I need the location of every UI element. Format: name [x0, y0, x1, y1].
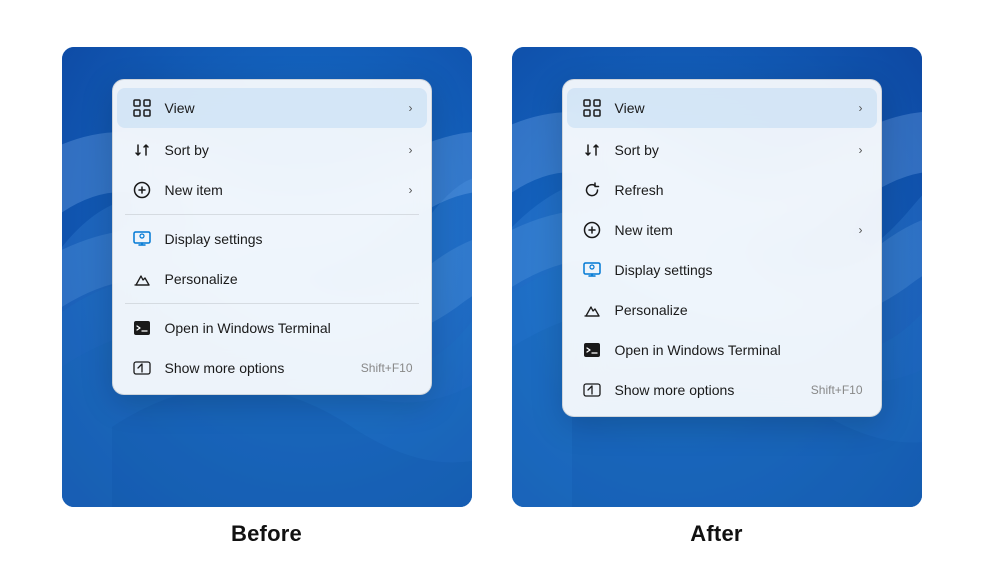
- comparison-row: View › Sort by ›: [42, 27, 942, 547]
- after-view-chevron: ›: [859, 101, 863, 115]
- after-new-chevron: ›: [859, 223, 863, 237]
- after-sort-icon: [581, 139, 603, 161]
- before-more-shortcut: Shift+F10: [361, 361, 413, 375]
- after-menu-refresh[interactable]: Refresh: [563, 170, 881, 210]
- before-menu-sort[interactable]: Sort by ›: [113, 130, 431, 170]
- after-label: After: [690, 521, 742, 547]
- before-personalize-label: Personalize: [165, 271, 413, 287]
- after-display-label: Display settings: [615, 262, 863, 278]
- before-terminal-label: Open in Windows Terminal: [165, 320, 413, 336]
- terminal-icon: [131, 317, 153, 339]
- after-display-icon: [581, 259, 603, 281]
- before-new-label: New item: [165, 182, 409, 198]
- before-divider-2: [125, 303, 419, 304]
- before-more-label: Show more options: [165, 360, 361, 376]
- before-view-label: View: [165, 100, 409, 116]
- after-menu-more[interactable]: Show more options Shift+F10: [563, 370, 881, 410]
- display-icon: [131, 228, 153, 250]
- after-new-icon: [581, 219, 603, 241]
- after-personalize-icon: [581, 299, 603, 321]
- before-display-label: Display settings: [165, 231, 413, 247]
- before-desktop: View › Sort by ›: [62, 47, 472, 507]
- after-more-icon: [581, 379, 603, 401]
- after-view-label: View: [615, 100, 859, 116]
- before-sort-label: Sort by: [165, 142, 409, 158]
- after-context-menu[interactable]: View › Sort by ›: [562, 79, 882, 417]
- view-chevron: ›: [409, 101, 413, 115]
- before-menu-view[interactable]: View ›: [117, 88, 427, 128]
- after-refresh-label: Refresh: [615, 182, 863, 198]
- sort-icon: [131, 139, 153, 161]
- after-terminal-label: Open in Windows Terminal: [615, 342, 863, 358]
- personalize-icon: [131, 268, 153, 290]
- after-menu-terminal[interactable]: Open in Windows Terminal: [563, 330, 881, 370]
- new-icon: [131, 179, 153, 201]
- after-view-icon: [581, 97, 603, 119]
- before-menu-display[interactable]: Display settings: [113, 219, 431, 259]
- after-desktop: View › Sort by ›: [512, 47, 922, 507]
- before-menu-new[interactable]: New item ›: [113, 170, 431, 210]
- before-menu-terminal[interactable]: Open in Windows Terminal: [113, 308, 431, 348]
- before-menu-personalize[interactable]: Personalize: [113, 259, 431, 299]
- after-personalize-label: Personalize: [615, 302, 863, 318]
- after-more-label: Show more options: [615, 382, 811, 398]
- new-chevron: ›: [409, 183, 413, 197]
- sort-chevron: ›: [409, 143, 413, 157]
- after-menu-view[interactable]: View ›: [567, 88, 877, 128]
- after-panel: View › Sort by ›: [512, 47, 922, 547]
- more-icon: [131, 357, 153, 379]
- after-more-shortcut: Shift+F10: [811, 383, 863, 397]
- view-icon: [131, 97, 153, 119]
- after-menu-display[interactable]: Display settings: [563, 250, 881, 290]
- before-divider-1: [125, 214, 419, 215]
- before-context-menu[interactable]: View › Sort by ›: [112, 79, 432, 395]
- after-terminal-icon: [581, 339, 603, 361]
- after-menu-new[interactable]: New item ›: [563, 210, 881, 250]
- refresh-icon: [581, 179, 603, 201]
- after-new-label: New item: [615, 222, 859, 238]
- before-menu-more[interactable]: Show more options Shift+F10: [113, 348, 431, 388]
- before-menu-wrapper: View › Sort by ›: [112, 79, 432, 395]
- after-menu-sort[interactable]: Sort by ›: [563, 130, 881, 170]
- after-sort-chevron: ›: [859, 143, 863, 157]
- after-sort-label: Sort by: [615, 142, 859, 158]
- before-panel: View › Sort by ›: [62, 47, 472, 547]
- after-menu-personalize[interactable]: Personalize: [563, 290, 881, 330]
- after-menu-wrapper: View › Sort by ›: [562, 79, 882, 417]
- before-label: Before: [231, 521, 302, 547]
